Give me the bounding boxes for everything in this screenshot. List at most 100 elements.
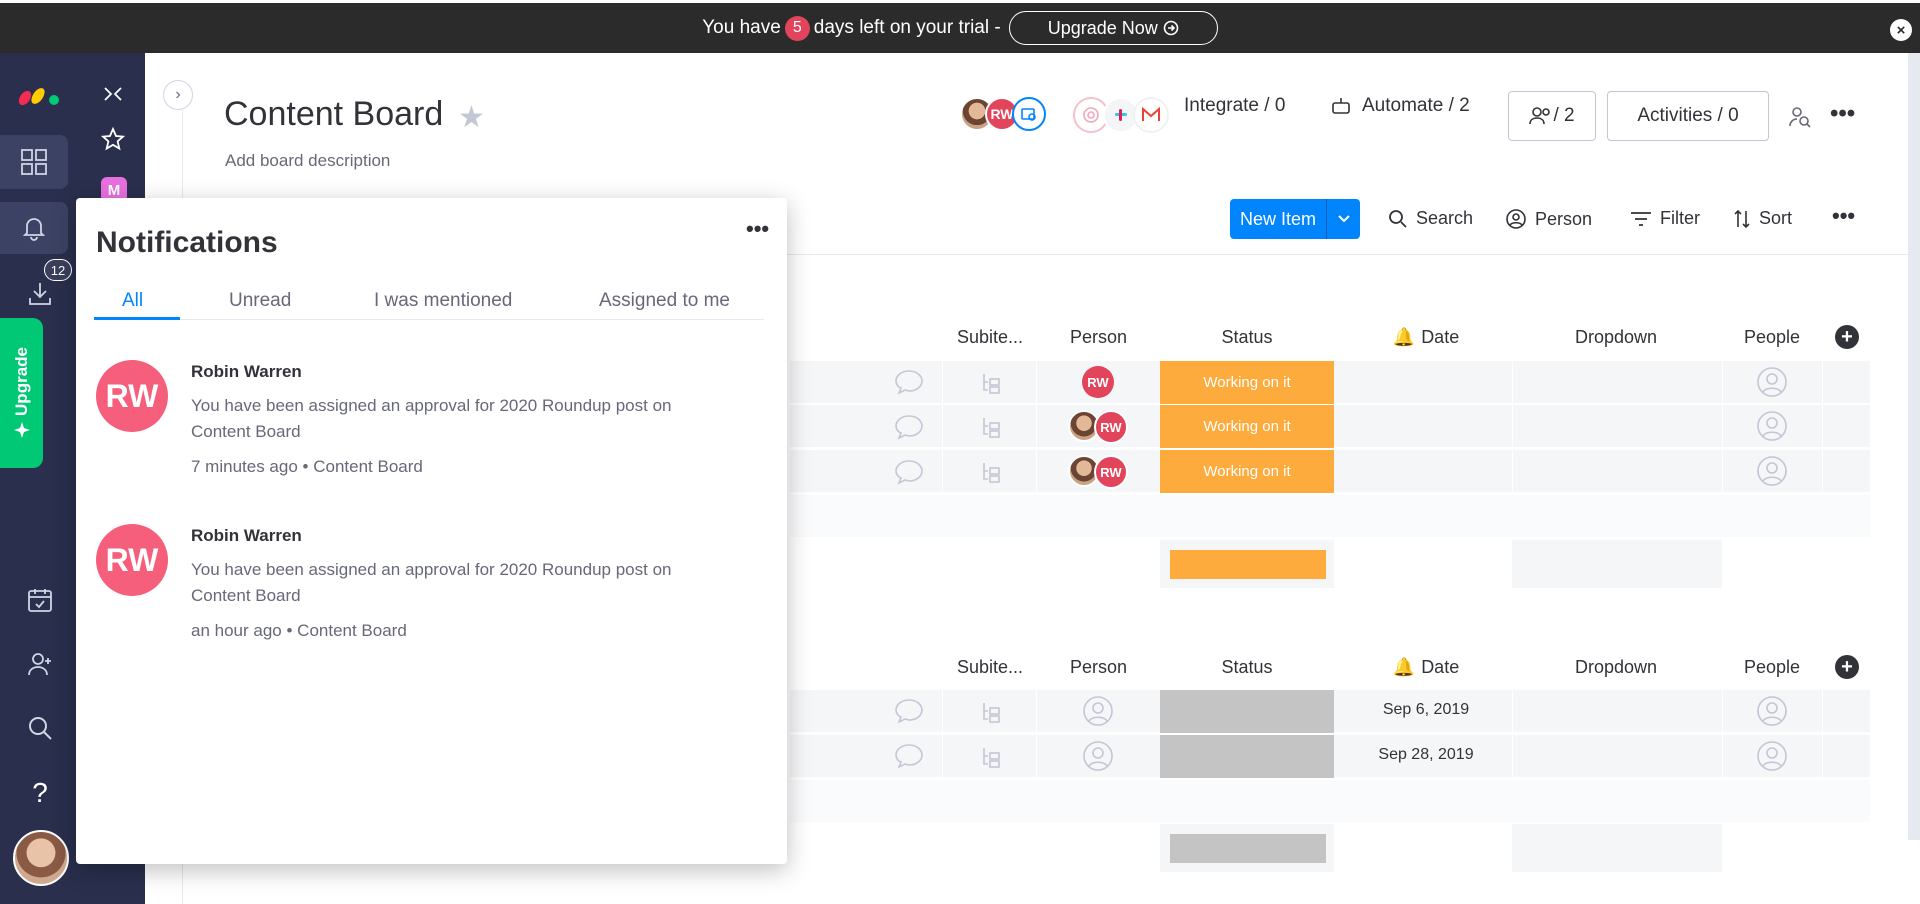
subitems-icon[interactable] <box>980 460 1004 484</box>
person-avatar-rw[interactable]: RW <box>1082 366 1114 398</box>
conversation-icon[interactable] <box>893 458 925 486</box>
notification-board[interactable]: Content Board <box>297 621 407 640</box>
tab-unread[interactable]: Unread <box>229 290 291 312</box>
column-separator <box>942 690 943 780</box>
status-cell[interactable]: Working on it <box>1160 361 1334 404</box>
people-empty-icon[interactable] <box>1756 695 1788 727</box>
upgrade-tab[interactable]: Upgrade <box>0 318 43 468</box>
gmail-icon[interactable] <box>1133 97 1169 133</box>
activities-button[interactable]: Activities / 0 <box>1607 91 1769 141</box>
favorite-star-icon[interactable]: ★ <box>458 100 485 135</box>
collapse-arrows-icon[interactable] <box>97 78 129 110</box>
notification-text: You have been assigned an approval for 2… <box>191 396 672 441</box>
people-icon <box>1529 107 1551 125</box>
status-cell[interactable]: Working on it <box>1160 450 1334 493</box>
subitems-icon[interactable] <box>980 415 1004 439</box>
col-status[interactable]: Status <box>1160 657 1334 678</box>
col-person[interactable]: Person <box>1040 327 1157 348</box>
vertical-scrollbar[interactable] <box>1908 53 1920 840</box>
upgrade-now-button[interactable]: Upgrade Now <box>1008 11 1218 45</box>
column-separator <box>1822 361 1823 495</box>
subitems-icon[interactable] <box>980 745 1004 769</box>
column-separator <box>942 361 943 495</box>
person-empty-icon[interactable] <box>1082 740 1114 772</box>
conversation-icon[interactable] <box>893 697 925 725</box>
search-icon[interactable] <box>18 706 62 750</box>
trial-prefix: You have <box>702 17 781 38</box>
conversation-icon[interactable] <box>893 413 925 441</box>
person-search-icon[interactable] <box>1788 105 1812 134</box>
conversation-icon[interactable] <box>893 742 925 770</box>
user-avatar[interactable] <box>13 830 69 886</box>
favorites-star-icon[interactable] <box>97 123 129 155</box>
person-empty-icon[interactable] <box>1082 695 1114 727</box>
expand-sidebar-chevron-icon[interactable]: › <box>163 80 193 110</box>
people-empty-icon[interactable] <box>1756 410 1788 442</box>
new-item-button[interactable]: New Item <box>1230 199 1360 239</box>
notifications-more-icon[interactable]: ••• <box>746 216 769 242</box>
notifications-panel: Notifications ••• All Unread I was menti… <box>76 198 787 864</box>
boards-icon[interactable] <box>0 135 68 189</box>
status-summary-bar <box>1170 550 1326 579</box>
date-cell[interactable]: Sep 6, 2019 <box>1336 701 1516 719</box>
dropdown-summary <box>1512 540 1722 588</box>
automate-button[interactable]: Automate / 2 <box>1330 95 1470 117</box>
status-cell-empty[interactable] <box>1160 690 1334 733</box>
chevron-down-icon[interactable] <box>1326 199 1360 239</box>
help-icon[interactable]: ? <box>18 771 62 815</box>
col-date[interactable]: 🔔 Date <box>1336 327 1516 348</box>
person-avatar-rw[interactable]: RW <box>1094 455 1128 489</box>
invite-members-icon[interactable] <box>18 642 62 686</box>
my-work-calendar-icon[interactable] <box>18 578 62 622</box>
subitems-icon[interactable] <box>980 371 1004 395</box>
col-people[interactable]: People <box>1722 327 1822 348</box>
board-title[interactable]: Content Board <box>224 95 443 134</box>
person-avatar-rw[interactable]: RW <box>1094 410 1128 444</box>
integrate-button[interactable]: Integrate / 0 <box>1184 95 1285 117</box>
bell-icon: 🔔 <box>1392 327 1416 347</box>
col-people[interactable]: People <box>1722 657 1822 678</box>
status-summary-bar <box>1170 834 1326 863</box>
col-status[interactable]: Status <box>1160 327 1334 348</box>
notification-board[interactable]: Content Board <box>313 457 423 476</box>
tab-mentioned[interactable]: I was mentioned <box>374 290 512 312</box>
col-subitems[interactable]: Subite... <box>950 657 1030 678</box>
col-date-label: Date <box>1421 657 1460 677</box>
people-empty-icon[interactable] <box>1756 366 1788 398</box>
add-column-icon[interactable]: + <box>1835 325 1859 349</box>
add-item-row[interactable] <box>790 495 1870 538</box>
person-filter-tool[interactable]: Person <box>1505 208 1592 230</box>
board-description[interactable]: Add board description <box>225 151 390 171</box>
board-more-icon[interactable]: ••• <box>1830 100 1855 128</box>
sort-icon <box>1734 209 1750 228</box>
col-dropdown[interactable]: Dropdown <box>1512 327 1720 348</box>
col-dropdown[interactable]: Dropdown <box>1512 657 1720 678</box>
tab-assigned-to-me[interactable]: Assigned to me <box>599 290 730 312</box>
search-label: Search <box>1416 208 1474 228</box>
members-button[interactable]: / 2 <box>1508 91 1596 141</box>
col-person[interactable]: Person <box>1040 657 1157 678</box>
people-empty-icon[interactable] <box>1756 740 1788 772</box>
monday-logo-icon[interactable] <box>18 78 62 108</box>
add-item-row[interactable] <box>790 780 1870 823</box>
search-tool[interactable]: Search <box>1388 208 1473 229</box>
close-banner-icon[interactable]: × <box>1890 19 1912 41</box>
notifications-bell-icon[interactable] <box>0 202 68 254</box>
subitems-icon[interactable] <box>980 700 1004 724</box>
guest-link-icon[interactable] <box>1012 97 1046 131</box>
col-date[interactable]: 🔔 Date <box>1336 657 1516 678</box>
column-separator <box>1822 690 1823 780</box>
bell-icon: 🔔 <box>1392 657 1416 677</box>
column-separator <box>1722 361 1723 495</box>
date-cell[interactable]: Sep 28, 2019 <box>1336 746 1516 764</box>
people-empty-icon[interactable] <box>1756 455 1788 487</box>
col-subitems[interactable]: Subite... <box>950 327 1030 348</box>
toolbar-more-icon[interactable]: ••• <box>1832 203 1855 229</box>
filter-tool[interactable]: Filter <box>1630 208 1700 229</box>
sort-tool[interactable]: Sort <box>1733 208 1792 229</box>
status-cell-empty[interactable] <box>1160 735 1334 778</box>
add-column-icon[interactable]: + <box>1835 655 1859 679</box>
tab-all[interactable]: All <box>122 290 143 312</box>
conversation-icon[interactable] <box>893 368 925 396</box>
status-cell[interactable]: Working on it <box>1160 405 1334 448</box>
